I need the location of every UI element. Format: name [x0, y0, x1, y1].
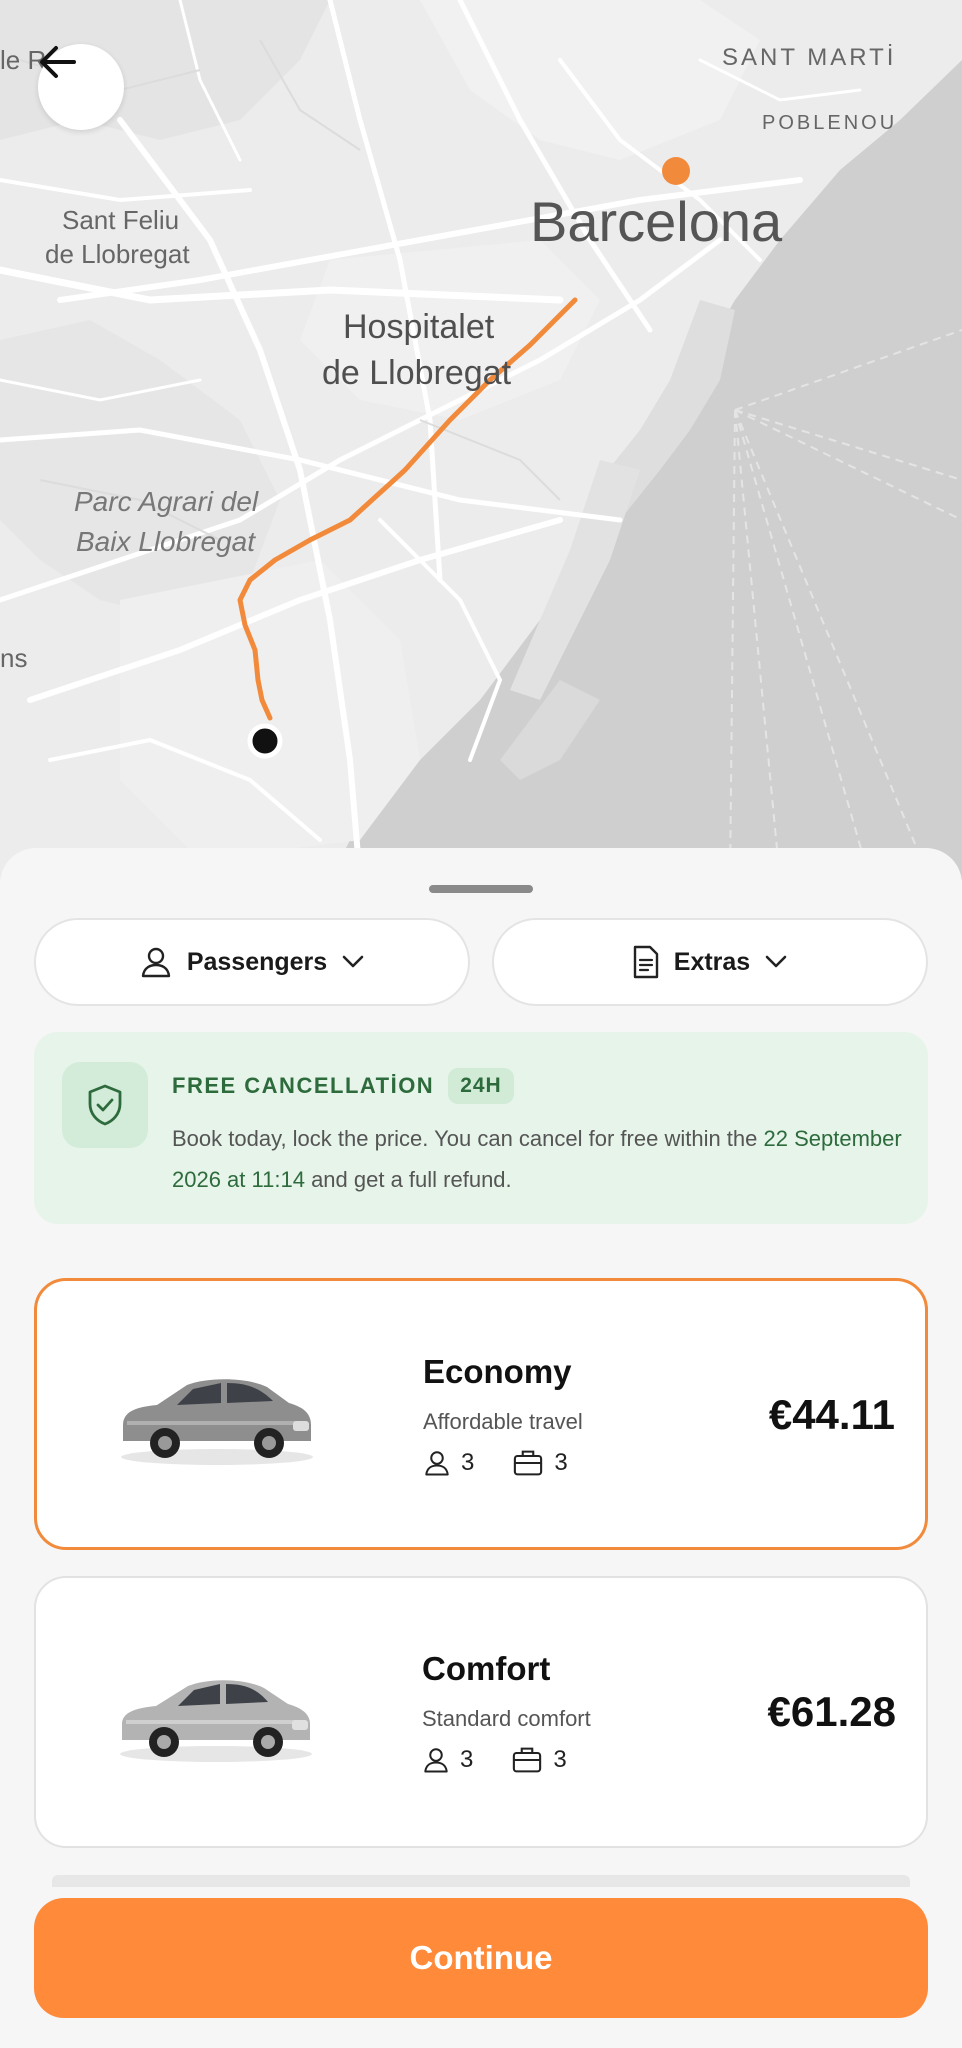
luggage-capacity: 3: [553, 1746, 567, 1773]
map-label-parc-agrari: Parc Agrari del: [74, 486, 259, 517]
destination-marker: [662, 157, 690, 185]
luggage-icon: [514, 1450, 543, 1476]
user-icon: [139, 945, 173, 979]
luggage-icon: [513, 1747, 542, 1773]
route-map[interactable]: le R ns SANT MARTİ POBLENOU Barcelona Sa…: [0, 0, 962, 880]
passenger-capacity: 3: [461, 1449, 475, 1476]
arrow-left-icon: [40, 46, 76, 78]
vehicle-description: Affordable travel: [423, 1409, 583, 1434]
car-image: [120, 1680, 312, 1762]
map-label-parc-agrari: Baix Llobregat: [76, 526, 256, 557]
vehicle-price: €61.28: [767, 1688, 896, 1735]
user-icon: [425, 1451, 449, 1476]
map-label-poblenou: POBLENOU: [762, 112, 898, 134]
map-label-hospitalet: de Llobregat: [322, 354, 512, 392]
next-vehicle-card-peek: [52, 1875, 910, 1887]
vehicle-option-economy[interactable]: Economy Affordable travel 3 3 €44.11: [34, 1278, 928, 1550]
chevron-down-icon: [764, 954, 788, 970]
luggage-capacity: 3: [554, 1449, 568, 1476]
sheet-drag-handle[interactable]: [429, 885, 533, 893]
vehicle-name: Comfort: [422, 1650, 551, 1687]
user-icon: [424, 1748, 448, 1773]
cancellation-badge: 24H: [448, 1068, 514, 1104]
map-label-sant-feliu: Sant Feliu: [62, 205, 180, 235]
chevron-down-icon: [341, 954, 365, 970]
cancellation-title: FREE CANCELLATİON: [172, 1073, 435, 1098]
vehicle-option-comfort[interactable]: Comfort Standard comfort 3 3 €61.28: [34, 1576, 928, 1848]
vehicle-price: €44.11: [768, 1391, 895, 1438]
map-label-barcelona: Barcelona: [530, 190, 783, 253]
origin-marker: [247, 723, 283, 759]
map-label-sant-feliu: de Llobregat: [45, 239, 190, 269]
extras-dropdown[interactable]: Extras: [492, 918, 928, 1006]
map-label-edge: ns: [0, 643, 28, 673]
passengers-label: Passengers: [186, 947, 328, 976]
car-image: [121, 1379, 313, 1465]
vehicle-name: Economy: [423, 1353, 572, 1390]
passengers-dropdown[interactable]: Passengers: [34, 918, 470, 1006]
map-label-sant-marti: SANT MARTİ: [722, 44, 897, 71]
passenger-capacity: 3: [460, 1746, 474, 1773]
map-label-hospitalet: Hospitalet: [343, 308, 495, 346]
vehicle-selection-sheet: Passengers Extras FREE CANCELLATİON 24H …: [0, 848, 962, 2048]
shield-check-icon: [62, 1062, 148, 1148]
free-cancellation-banner: FREE CANCELLATİON 24H Book today, lock t…: [34, 1032, 928, 1224]
cancellation-description: Book today, lock the price. You can canc…: [172, 1126, 902, 1192]
vehicle-description: Standard comfort: [422, 1706, 591, 1731]
continue-button[interactable]: Continue: [34, 1898, 928, 2018]
document-icon: [632, 945, 660, 979]
extras-label: Extras: [673, 947, 751, 976]
back-button[interactable]: [38, 44, 124, 130]
